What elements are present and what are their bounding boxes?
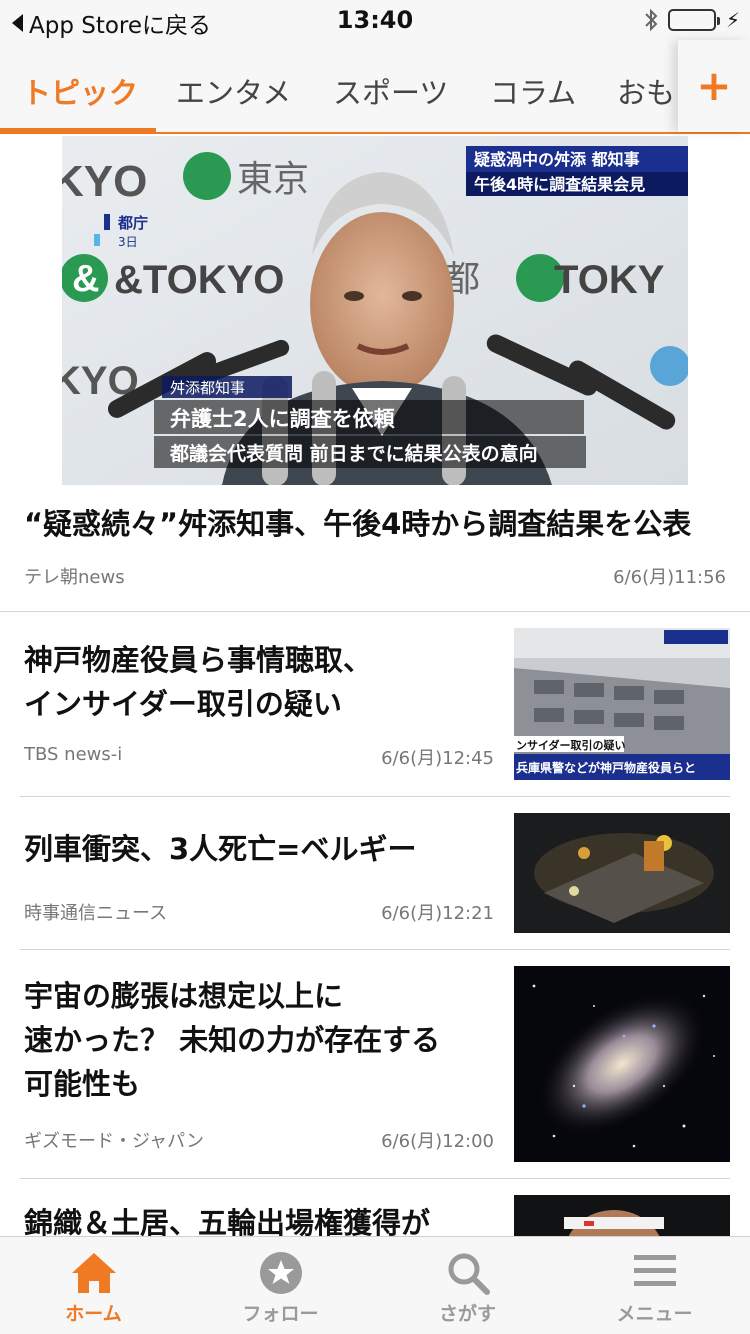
menu-icon xyxy=(561,1251,748,1291)
home-icon xyxy=(0,1251,187,1295)
bluetooth-icon xyxy=(644,8,658,32)
status-time: 13:40 xyxy=(336,6,414,34)
hero-brand-left: &TOKYO xyxy=(114,258,284,302)
article-title: 神戸物産役員ら事情聴取、 インサイダー取引の疑い xyxy=(24,643,373,721)
nav-follow[interactable]: フォロー xyxy=(187,1237,374,1334)
category-tabs: トピック エンタメ スポーツ コラム おも + xyxy=(0,40,750,134)
article-title: 列車衝突、3人死亡=ベルギー xyxy=(24,832,417,866)
hero-date: 6/6(月)11:56 xyxy=(613,567,726,588)
nav-home[interactable]: ホーム xyxy=(0,1237,187,1334)
hero-image[interactable]: KYO 東京 & &TOKYO 都 TOKY KYO 疑惑渦中の舛添 都知事 午… xyxy=(62,136,688,485)
article-date: 6/6(月)12:45 xyxy=(381,748,494,769)
article-source: ギズモード・ジャパン xyxy=(24,1131,204,1152)
active-tab-indicator xyxy=(0,128,156,134)
status-icons: ⚡ xyxy=(644,8,740,32)
article-date: 6/6(月)12:21 xyxy=(381,903,494,924)
search-icon xyxy=(374,1251,561,1295)
add-tab-button[interactable]: + xyxy=(678,40,750,132)
divider xyxy=(20,796,730,797)
bottom-tab-bar: ホーム フォロー さがす メニュー xyxy=(0,1236,750,1334)
hero-title[interactable]: “疑惑続々”舛添知事、午後4時から調査結果を公表 xyxy=(24,504,724,545)
tab-sports[interactable]: スポーツ xyxy=(333,70,448,112)
tab-column[interactable]: コラム xyxy=(490,70,576,112)
hero-line-1: 弁護士2人に調査を依頼 xyxy=(170,407,396,431)
tab-entame[interactable]: エンタメ xyxy=(176,70,291,112)
article-thumbnail xyxy=(514,966,730,1162)
svg-text:ンサイダー取引の疑い: ンサイダー取引の疑い xyxy=(516,738,626,752)
article-source: TBS news-i xyxy=(24,744,123,765)
hero-name-caption: 舛添都知事 xyxy=(170,379,245,397)
tab-topic[interactable]: トピック xyxy=(22,70,138,112)
nav-menu[interactable]: メニュー xyxy=(561,1237,748,1334)
article-title: 宇宙の膨張は想定以上に 速かった？ 未知の力が存在する 可能性も xyxy=(24,979,441,1101)
svg-text:TOKY: TOKY xyxy=(554,258,665,302)
hero-line-2: 都議会代表質問 前日までに結果公表の意向 xyxy=(169,442,538,465)
nav-search[interactable]: さがす xyxy=(374,1237,561,1334)
charging-icon: ⚡ xyxy=(725,8,740,32)
divider xyxy=(20,1178,730,1179)
hero-location: 都庁 xyxy=(117,214,148,232)
svg-text:&: & xyxy=(72,258,99,300)
plus-icon: + xyxy=(696,61,732,110)
hero-caption-sub: 午後4時に調査結果会見 xyxy=(474,175,645,194)
hero-caption-top: 疑惑渦中の舛添 都知事 xyxy=(474,150,640,169)
article-thumbnail xyxy=(514,813,730,933)
divider xyxy=(0,611,750,612)
divider xyxy=(20,949,730,950)
article-thumbnail: ンサイダー取引の疑い 兵庫県警などが神戸物産役員らと xyxy=(514,628,730,780)
svg-text:KYO: KYO xyxy=(62,157,147,206)
status-bar: App Storeに戻る 13:40 ⚡ xyxy=(0,0,750,40)
hero-source: テレ朝news xyxy=(24,567,125,588)
article-date: 6/6(月)12:00 xyxy=(381,1131,494,1152)
battery-icon xyxy=(667,9,720,31)
tab-omoshiro[interactable]: おも xyxy=(617,70,675,112)
svg-text:兵庫県警などが神戸物産役員らと: 兵庫県警などが神戸物産役員らと xyxy=(516,760,696,775)
hero-day: 3日 xyxy=(118,235,138,249)
svg-text:東京: 東京 xyxy=(237,159,309,200)
star-icon xyxy=(187,1251,374,1295)
article-source: 時事通信ニュース xyxy=(24,903,168,924)
